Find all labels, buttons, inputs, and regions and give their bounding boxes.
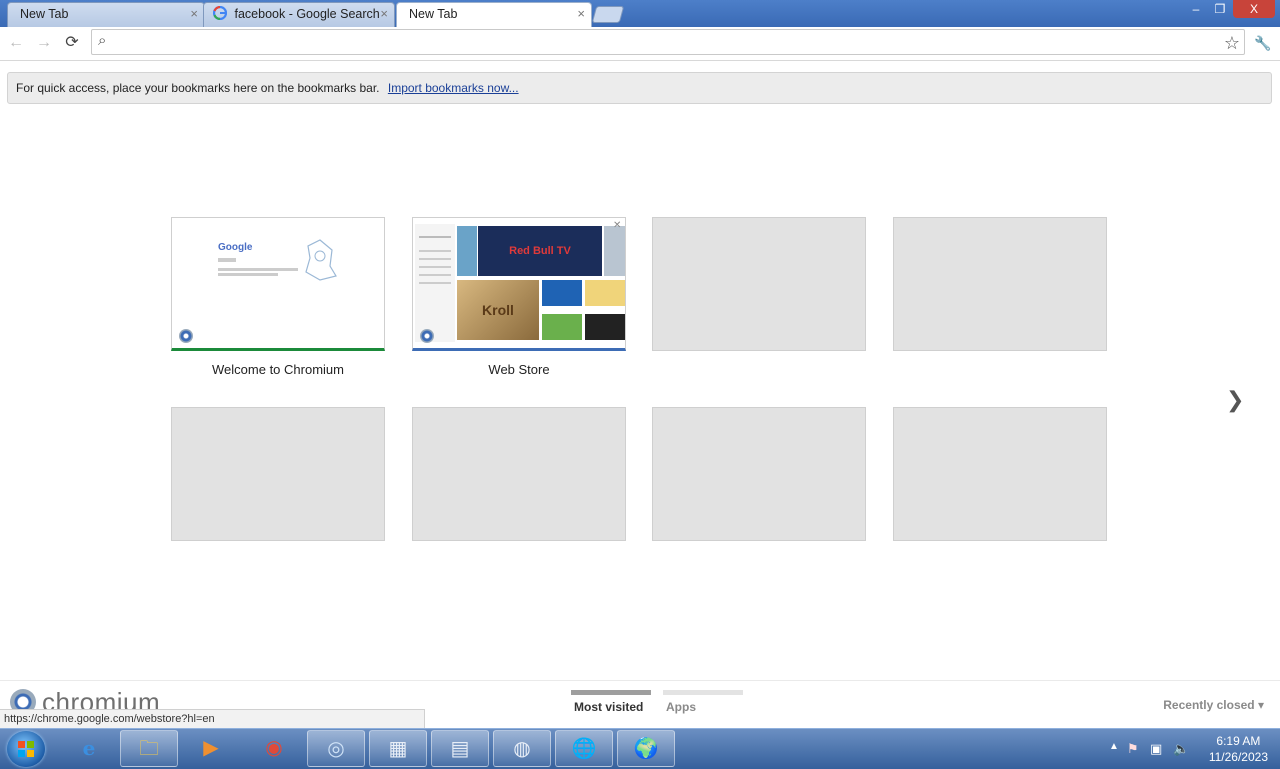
browser-toolbar: ← → ⟳ ⌕ ☆ 🔧: [0, 27, 1280, 61]
webstore-app-tile: [542, 314, 582, 340]
back-button[interactable]: ←: [6, 33, 26, 53]
recently-closed-menu[interactable]: Recently closed ▾: [1163, 698, 1264, 712]
minimize-icon: –: [1192, 2, 1200, 16]
tab-close-icon[interactable]: ×: [577, 3, 585, 25]
wrench-menu-button[interactable]: 🔧: [1253, 33, 1273, 53]
disc-burner-icon[interactable]: ◍: [493, 730, 551, 767]
clock-time: 6:19 AM: [1216, 734, 1261, 748]
wrench-icon: 🔧: [1254, 35, 1272, 51]
show-hidden-icons-icon[interactable]: ▲: [1109, 741, 1119, 752]
windows-taskbar: e 🗀 ▶ ◉ ◎ ▦ ▤ ◍ 🌐 🌍 ▲ ⚑ ▣ 🔈 6:19 AM 11/2…: [0, 728, 1280, 769]
most-visited-tab[interactable]: Most visited: [574, 700, 643, 714]
chromium-icon[interactable]: ◎: [307, 730, 365, 767]
reload-button[interactable]: ⟳: [62, 33, 82, 53]
most-visited-tile-webstore[interactable]: Red Bull TV Kroll ✕: [412, 217, 626, 351]
internet-explorer-icon[interactable]: e: [60, 730, 118, 767]
network-globe-icon[interactable]: 🌍: [617, 730, 675, 767]
clock[interactable]: 6:19 AM 11/26/2023: [1209, 733, 1268, 765]
apps-indicator[interactable]: [663, 690, 743, 695]
tab-close-icon[interactable]: ×: [380, 3, 388, 25]
apps-tab[interactable]: Apps: [666, 700, 696, 714]
forward-button[interactable]: →: [34, 33, 54, 53]
volume-muted-icon[interactable]: 🔈: [1173, 741, 1189, 757]
reload-icon: ⟳: [65, 34, 79, 51]
kroll-tile: Kroll: [457, 280, 539, 340]
chromium-favicon: [179, 329, 193, 343]
tab-new-tab-1[interactable]: New Tab ×: [7, 2, 205, 27]
webstore-banner-right: [604, 226, 625, 276]
tile-title: Web Store: [488, 362, 550, 377]
tab-label: facebook - Google Search: [234, 7, 380, 21]
tab-facebook-search[interactable]: facebook - Google Search ×: [203, 2, 395, 27]
remove-thumbnail-icon[interactable]: ✕: [613, 220, 621, 231]
webstore-app-tile: [542, 280, 582, 306]
bookmarks-bar-prompt: For quick access, place your bookmarks h…: [7, 72, 1272, 104]
new-tab-button[interactable]: [591, 6, 625, 23]
tab-label: New Tab: [409, 7, 458, 21]
next-page-arrow-icon[interactable]: ❯: [1226, 387, 1244, 413]
robot-illustration-icon: [305, 239, 337, 281]
thumbnail-text-block: [218, 258, 236, 262]
action-center-icon[interactable]: ⚑: [1127, 741, 1139, 757]
bookmarks-bar-text: For quick access, place your bookmarks h…: [16, 81, 380, 95]
windows-flag-icon: [18, 741, 34, 757]
webstore-banner-left: [457, 226, 477, 276]
omnibox[interactable]: ⌕: [91, 29, 1245, 55]
most-visited-tile-empty: [893, 407, 1107, 541]
chrome-icon[interactable]: ◉: [245, 730, 303, 767]
most-visited-tile-empty: [412, 407, 626, 541]
status-url-bubble: https://chrome.google.com/webstore?hl=en: [0, 709, 425, 730]
minimize-button[interactable]: –: [1184, 0, 1208, 18]
search-icon: ⌕: [98, 32, 107, 49]
import-bookmarks-link[interactable]: Import bookmarks now...: [388, 81, 519, 95]
chromium-favicon: [420, 329, 434, 343]
google-g-icon: [213, 6, 227, 20]
webstore-app-tile: [585, 314, 625, 340]
redbull-tv-banner: Red Bull TV: [478, 226, 602, 276]
clock-date: 11/26/2023: [1208, 750, 1268, 764]
bookmark-star-button[interactable]: ☆: [1222, 33, 1242, 53]
calendar-app-icon[interactable]: ▦: [369, 730, 427, 767]
system-tray: ▲ ⚑ ▣ 🔈 6:19 AM 11/26/2023: [1095, 729, 1280, 769]
media-player-icon[interactable]: ▶: [182, 730, 240, 767]
most-visited-indicator[interactable]: [571, 690, 651, 695]
start-button[interactable]: [7, 731, 45, 767]
tab-new-tab-active[interactable]: New Tab ×: [396, 2, 592, 28]
most-visited-tile-welcome[interactable]: Google: [171, 217, 385, 351]
close-icon: X: [1249, 2, 1258, 16]
thumbnail-text-block: [218, 268, 298, 271]
address-input[interactable]: [120, 33, 1204, 53]
maximize-button[interactable]: ❐: [1208, 0, 1232, 18]
google-logo: Google: [218, 242, 253, 253]
tab-label: New Tab: [20, 7, 69, 21]
back-arrow-icon: ←: [8, 34, 24, 51]
thumbnail-text-block: [218, 273, 278, 276]
file-explorer-icon[interactable]: 🗀: [120, 730, 178, 767]
tile-title: Welcome to Chromium: [212, 362, 344, 377]
network-icon[interactable]: ▣: [1150, 741, 1162, 757]
tab-close-icon[interactable]: ×: [190, 3, 198, 25]
star-icon: ☆: [1223, 33, 1241, 53]
most-visited-tile-empty: [893, 217, 1107, 351]
forward-arrow-icon: →: [36, 34, 52, 51]
most-visited-tile-empty: [171, 407, 385, 541]
most-visited-tile-empty: [652, 217, 866, 351]
close-window-button[interactable]: X: [1233, 0, 1275, 18]
most-visited-tile-empty: [652, 407, 866, 541]
webstore-sidebar: [415, 224, 455, 342]
webstore-app-tile: [585, 280, 625, 306]
globe-icon[interactable]: 🌐: [555, 730, 613, 767]
tab-strip: New Tab × facebook - Google Search × New…: [0, 0, 1280, 28]
control-panel-icon[interactable]: ▤: [431, 730, 489, 767]
restore-icon: ❐: [1214, 2, 1226, 16]
